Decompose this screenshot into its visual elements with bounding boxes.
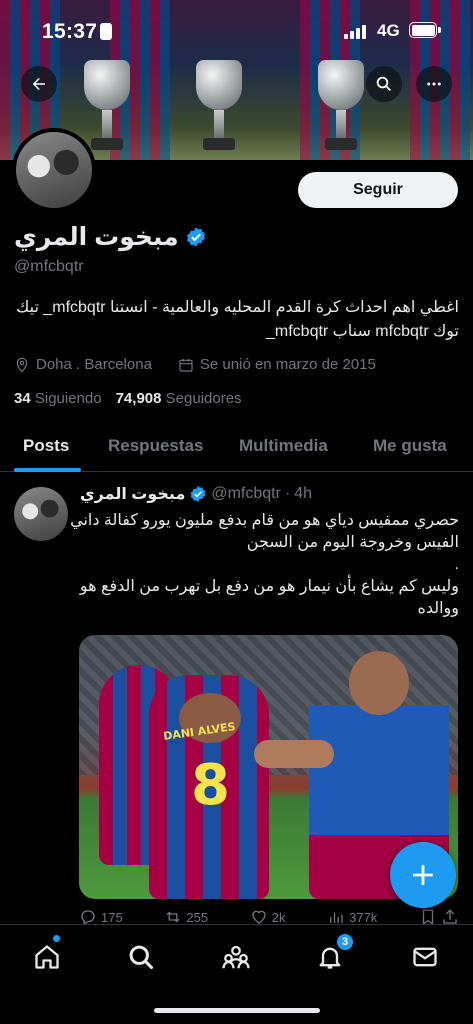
more-button[interactable]	[416, 66, 452, 102]
post-separator: ·	[284, 485, 291, 502]
location-icon	[16, 357, 28, 373]
search-icon	[129, 945, 154, 970]
profile-location: Doha . Barcelona	[36, 356, 152, 373]
following-link[interactable]: 34 Siguiendo	[14, 390, 102, 407]
home-icon	[35, 945, 59, 969]
like-count: 2k	[271, 909, 286, 925]
follow-button[interactable]: Seguir	[298, 172, 458, 208]
back-button[interactable]	[21, 66, 57, 102]
nav-messages[interactable]	[405, 937, 445, 977]
following-label: Siguiendo	[34, 390, 102, 407]
post-author-handle[interactable]: @mfcbqtr	[211, 485, 281, 503]
tab-me-gusta[interactable]: Me gusta	[373, 436, 447, 456]
tab-multimedia[interactable]: Multimedia	[239, 436, 328, 456]
profile-name: مبخوت المري	[14, 223, 179, 251]
home-indicator	[154, 1008, 320, 1013]
status-time: 15:37	[42, 20, 98, 43]
tab-respuestas[interactable]: Respuestas	[108, 436, 203, 456]
mail-icon	[413, 947, 437, 967]
active-tab-indicator	[14, 468, 81, 472]
post-text: حصري ممفيس دياي هو من قام بدفع مليون يور…	[70, 512, 459, 617]
more-icon	[427, 82, 441, 86]
plus-icon	[412, 864, 434, 886]
views-count: 377k	[349, 909, 378, 925]
profile-stats: 34 Siguiendo 74,908 Seguidores	[14, 390, 242, 407]
following-count: 34	[14, 390, 31, 407]
nav-communities[interactable]	[216, 937, 256, 977]
profile-meta: Doha . Barcelona Se unió en marzo de 201…	[14, 356, 376, 373]
network-type: 4G	[377, 21, 400, 40]
profile-handle: @mfcbqtr	[14, 258, 84, 275]
verified-badge-icon	[191, 486, 206, 502]
profile-joined: Se unió en marzo de 2015	[199, 356, 376, 373]
calendar-icon	[179, 358, 193, 372]
communities-icon	[222, 945, 250, 969]
post-author-name[interactable]: مبخوت المري	[80, 484, 185, 504]
search-icon	[376, 76, 392, 92]
followers-link[interactable]: 74,908 Seguidores	[116, 390, 242, 407]
reply-count: 175	[101, 909, 123, 925]
profile-bio: اغطي اهم احداث كرة القدم المحليه والعالم…	[16, 299, 459, 340]
post-time[interactable]: 4h	[294, 485, 312, 503]
notifications-badge: 3	[336, 933, 354, 951]
status-bar: 15:37 4G	[0, 0, 473, 60]
verified-badge-icon[interactable]	[185, 226, 207, 248]
nav-search[interactable]	[121, 937, 161, 977]
signal-icon	[344, 24, 366, 39]
home-new-dot	[53, 935, 60, 942]
profile-name-row: مبخوت المري	[14, 222, 207, 252]
arrow-left-icon	[33, 78, 45, 90]
tab-posts[interactable]: Posts	[23, 436, 69, 456]
followers-count: 74,908	[115, 390, 162, 407]
profile-avatar[interactable]	[12, 128, 96, 212]
compose-button[interactable]	[390, 842, 456, 908]
post-header: مبخوت المري @mfcbqtr · 4h	[80, 484, 312, 504]
nav-home[interactable]	[27, 937, 67, 977]
repost-count: 255	[186, 909, 209, 925]
profile-tabs: Posts Respuestas Multimedia Me gusta	[0, 424, 473, 472]
person-icon	[100, 23, 112, 40]
battery-icon	[409, 22, 441, 38]
followers-label: Seguidores	[165, 390, 242, 407]
media-player-number: 8	[191, 753, 230, 818]
search-button[interactable]	[366, 66, 402, 102]
